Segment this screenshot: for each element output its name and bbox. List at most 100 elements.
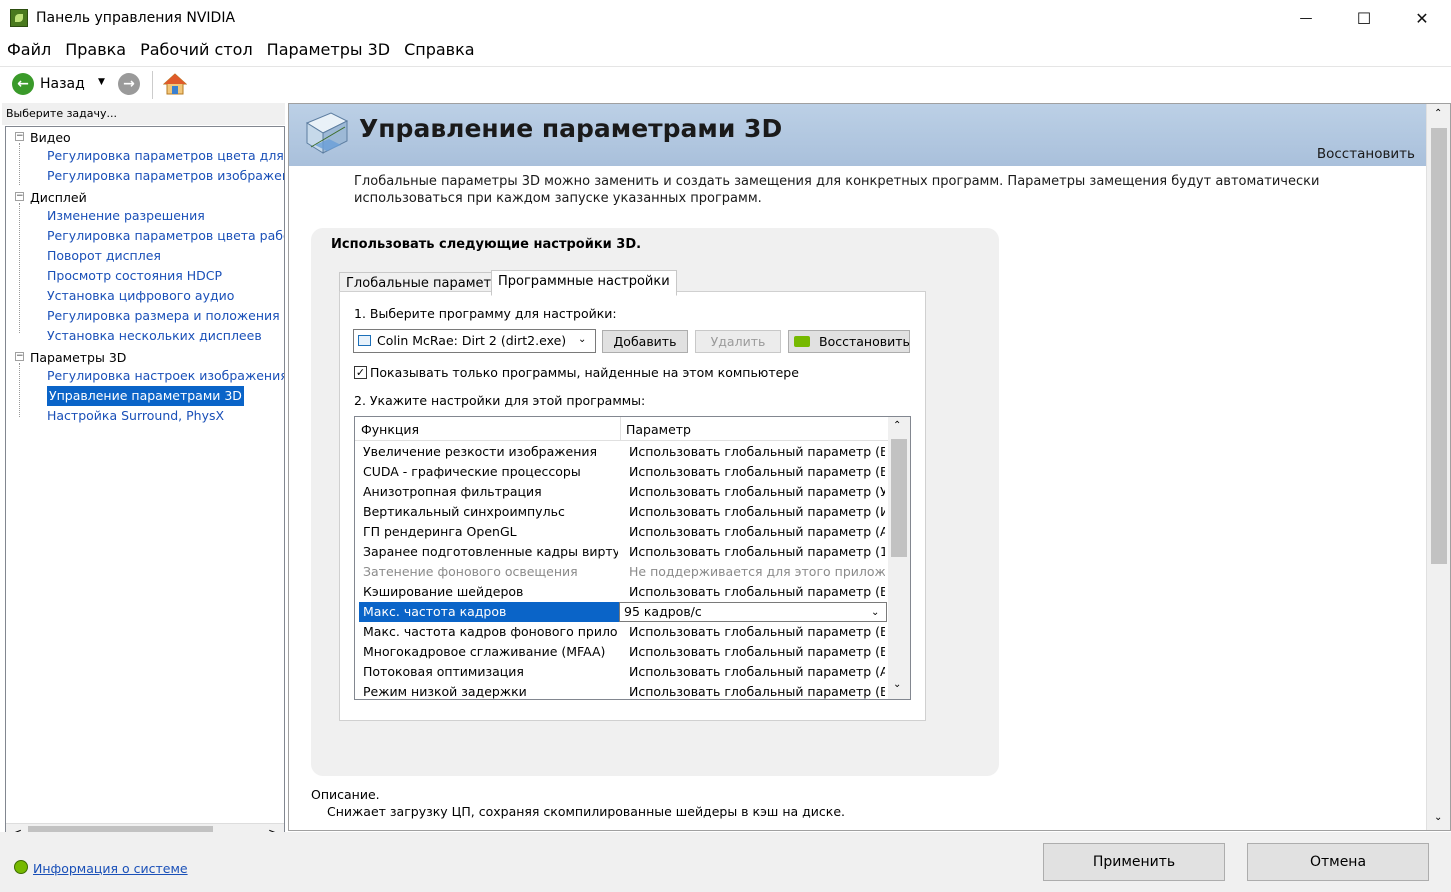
remove-program-button[interactable]: Удалить [695,330,781,353]
collapse-icon[interactable]: − [15,352,24,361]
tree-line [19,143,20,185]
tree-item-multiple-displays[interactable]: Установка нескольких дисплеев [47,326,262,346]
tree-item-video-image[interactable]: Регулировка параметров изображения , [47,166,284,186]
grid-row[interactable]: Потоковая оптимизация Использовать глобал… [355,662,889,682]
grid-header-feature[interactable]: Функция [361,422,419,437]
grid-cell-value: Использовать глобальный параметр (А... [629,664,885,679]
grid-cell-value: Использовать глобальный параметр (В... [629,644,885,659]
tree-item-image-settings-preview[interactable]: Регулировка настроек изображения с п [47,366,284,386]
tree-item-desktop-size[interactable]: Регулировка размера и положения рабо [47,306,284,326]
tree-item-desktop-color[interactable]: Регулировка параметров цвета рабочег [47,226,284,246]
show-only-label[interactable]: Показывать только программы, найденные н… [370,365,799,380]
tree-item-digital-audio[interactable]: Установка цифрового аудио [47,286,234,306]
main-vertical-scrollbar[interactable]: ⌃ ⌄ [1426,104,1450,830]
collapse-icon[interactable]: − [15,132,24,141]
collapse-icon[interactable]: − [15,192,24,201]
grid-cell-feature: Режим низкой задержки [363,684,527,699]
title-bar: Панель управления NVIDIA — ☐ ✕ [0,0,1451,36]
grid-cell-value: Использовать глобальный параметр (В... [629,444,885,459]
forward-button[interactable]: → [118,73,140,95]
home-button[interactable] [162,72,188,96]
grid-row[interactable]: CUDA - графические процессоры Использоват… [355,462,889,482]
task-tree[interactable]: − Видео Регулировка параметров цвета для… [5,126,285,846]
back-label[interactable]: Назад [40,76,85,92]
close-icon: ✕ [1415,8,1429,28]
toolbar: ← Назад ▼ → [0,66,1451,102]
tree-item-surround-physx[interactable]: Настройка Surround, PhysX [47,406,224,426]
tree-category-display[interactable]: Дисплей [30,188,87,208]
add-program-button[interactable]: Добавить [602,330,688,353]
back-button[interactable]: ← [12,73,34,95]
grid-scroll-thumb[interactable] [891,439,907,557]
tree-line [19,203,20,333]
apply-button[interactable]: Применить [1043,843,1225,881]
grid-cell-feature: ГП рендеринга OpenGL [363,524,517,539]
arrow-left-icon: ← [17,76,29,92]
grid-row[interactable]: Увеличение резкости изображения Использов… [355,442,889,462]
step2-label: 2. Укажите настройки для этой программы: [354,393,646,408]
settings-grid[interactable]: Функция Параметр Увеличение резкости изо… [354,416,911,700]
tree-item-hdcp[interactable]: Просмотр состояния HDCP [47,266,222,286]
grid-row[interactable]: Вертикальный синхроимпульс Использовать г… [355,502,889,522]
chevron-up-icon[interactable]: ⌃ [893,420,901,431]
tree-item-video-color[interactable]: Регулировка параметров цвета для вид [47,146,284,166]
menu-help[interactable]: Справка [397,38,482,62]
grid-cell-value: Не поддерживается для этого приложе... [629,564,885,579]
minimize-button[interactable]: — [1276,0,1336,36]
grid-cell-feature: Вертикальный синхроимпульс [363,504,565,519]
page-title: Управление параметрами 3D [359,114,783,143]
grid-scrollbar[interactable]: ⌃ ⌄ [888,417,910,699]
grid-row[interactable]: Многокадровое сглаживание (MFAA) Использо… [355,642,889,662]
chevron-down-icon[interactable]: ⌄ [1434,812,1442,823]
tree-category-video[interactable]: Видео [30,128,71,148]
program-select-value: Colin McRae: Dirt 2 (dirt2.exe) [377,333,567,348]
menu-3d-settings[interactable]: Параметры 3D [260,38,397,62]
use-settings-heading: Использовать следующие настройки 3D. [331,237,642,252]
menu-edit[interactable]: Правка [58,38,133,62]
cancel-button[interactable]: Отмена [1247,843,1429,881]
restore-program-label: Восстановить [819,334,910,349]
show-only-checkbox[interactable]: ✓ [354,366,367,379]
grid-cell-feature: CUDA - графические процессоры [363,464,581,479]
close-button[interactable]: ✕ [1392,0,1451,36]
system-info-link[interactable]: Информация о системе [33,861,188,876]
grid-row[interactable]: Макс. частота кадров фонового прилож... И… [355,622,889,642]
window-title: Панель управления NVIDIA [36,10,236,26]
grid-row[interactable]: Затенение фонового освещения Не поддержив… [355,562,889,582]
restore-program-button[interactable]: Восстановить [788,330,910,353]
chevron-down-icon[interactable]: ▼ [98,77,105,87]
arrow-right-icon: → [123,76,135,92]
tree-item-rotate-display[interactable]: Поворот дисплея [47,246,161,266]
tree-item-resolution[interactable]: Изменение разрешения [47,206,205,226]
frame-rate-select[interactable]: 95 кадров/с [619,602,887,622]
grid-row[interactable]: Кэширование шейдеров Использовать глобаль… [355,582,889,602]
grid-header-value[interactable]: Параметр [626,422,691,437]
step1-label: 1. Выберите программу для настройки: [354,306,617,321]
grid-cell-feature: Потоковая оптимизация [363,664,524,679]
program-select[interactable]: Colin McRae: Dirt 2 (dirt2.exe) ⌄ [353,329,596,353]
settings-panel: Использовать следующие настройки 3D. Гло… [311,228,999,776]
grid-row[interactable]: ГП рендеринга OpenGL Использовать глобаль… [355,522,889,542]
grid-row[interactable]: Анизотропная фильтрация Использовать глоб… [355,482,889,502]
tree-category-3d[interactable]: Параметры 3D [30,348,126,368]
menu-desktop[interactable]: Рабочий стол [133,38,260,62]
chevron-down-icon[interactable]: ⌄ [893,679,901,690]
menu-bar: Файл Правка Рабочий стол Параметры 3D Сп… [0,38,482,62]
grid-row[interactable]: Заранее подготовленные кадры виртуа... Ис… [355,542,889,562]
main-scroll-thumb[interactable] [1431,128,1447,564]
grid-cell-feature: Многокадровое сглаживание (MFAA) [363,644,606,659]
maximize-button[interactable]: ☐ [1334,0,1394,36]
tab-program-settings[interactable]: Программные настройки [491,270,677,296]
system-info-icon [14,860,28,874]
restore-defaults-link[interactable]: Восстановить [1317,146,1415,162]
chevron-down-icon: ⌄ [578,334,587,345]
grid-row[interactable]: Режим низкой задержки Использовать глобал… [355,682,889,699]
grid-cell-feature: Макс. частота кадров [359,602,619,622]
chevron-up-icon[interactable]: ⌃ [1434,108,1442,119]
grid-cell-value: Использовать глобальный параметр (У... [629,484,885,499]
grid-cell-feature: Затенение фонового освещения [363,564,578,579]
tree-item-manage-3d-selected[interactable]: Управление параметрами 3D [47,386,244,406]
menu-file[interactable]: Файл [0,38,58,62]
program-icon [358,335,371,346]
grid-row[interactable]: ⌄ Макс. частота кадров 95 кадров/с [355,602,889,622]
